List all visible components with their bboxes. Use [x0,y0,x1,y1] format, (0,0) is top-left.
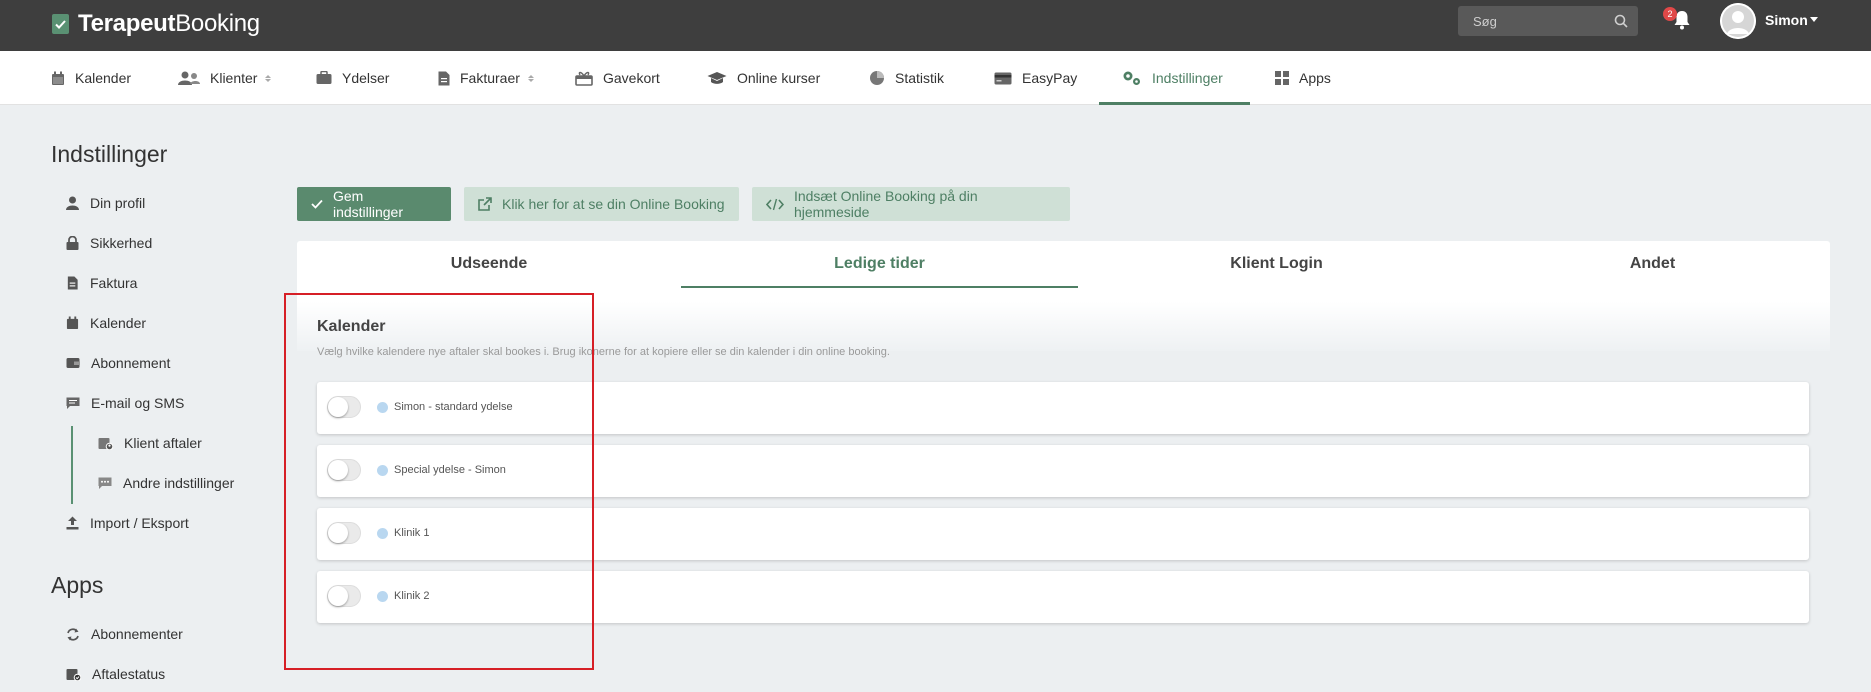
calendar-icon [66,316,79,330]
sidebar-item-abonnementer[interactable]: Abonnementer [66,626,183,642]
calendar-icon [52,71,64,85]
calendar-color-dot [377,402,388,413]
calendar-section-title: Kalender [317,318,386,335]
nav-item-apps[interactable]: Apps [1275,51,1331,105]
sidebar-item-import-eksport[interactable]: Import / Eksport [66,515,189,531]
repeat-icon [67,627,79,641]
users-icon [178,71,200,85]
main-nav: Kalender Klienter Ydelser Fakturaer Gave… [0,51,1871,105]
sidebar-item-sikkerhed[interactable]: Sikkerhed [66,235,152,251]
sort-caret-icon [527,74,534,82]
calendar-user-icon [98,438,113,450]
calendar-card: Simon - standard ydelse [317,382,1809,434]
calendar-color-dot [377,465,388,476]
calendar-name: Special ydelse - Simon [394,464,506,476]
sidebar-item-klient-aftaler[interactable]: Klient aftaler [98,435,202,451]
sidebar-item-email-og-sms[interactable]: E-mail og SMS [66,395,184,411]
settings-heading: Indstillinger [51,141,168,167]
logo-check-icon [52,14,69,34]
calendar-toggle[interactable] [327,522,361,544]
nav-item-online-kurser[interactable]: Online kurser [707,51,820,105]
nav-item-indstillinger[interactable]: Indstillinger [1122,51,1223,105]
tab-ledige-tider[interactable]: Ledige tider [681,241,1078,287]
external-link-icon [478,197,492,211]
document-icon [67,276,78,290]
calendar-card: Special ydelse - Simon [317,445,1809,497]
active-nav-indicator [1099,102,1250,105]
calendar-toggle[interactable] [327,396,361,418]
credit-card-icon [994,72,1012,84]
nav-item-klienter[interactable]: Klienter [178,51,272,105]
calendar-name: Klinik 2 [394,590,430,602]
sidebar-item-aftalestatus[interactable]: Aftalestatus [66,666,165,682]
calendar-card: Klinik 1 [317,508,1809,560]
calendar-card: Klinik 2 [317,571,1809,623]
search-placeholder: Søg [1473,14,1497,29]
nav-item-statistik[interactable]: Statistik [869,51,944,105]
pie-chart-icon [870,71,884,85]
calendar-name: Simon - standard ydelse [394,401,513,413]
sidebar-item-andre-indstillinger[interactable]: Andre indstillinger [98,475,234,491]
save-settings-button[interactable]: Gem indstillinger [297,187,451,221]
calendar-toggle[interactable] [327,585,361,607]
apps-heading: Apps [51,572,104,598]
sidebar-item-kalender[interactable]: Kalender [66,315,146,331]
gift-icon [575,71,593,86]
nav-item-gavekort[interactable]: Gavekort [575,51,660,105]
wallet-icon [66,358,80,368]
top-bar: TerapeutBooking Søg 2 Simon [0,0,1871,51]
nav-item-fakturaer[interactable]: Fakturaer [438,51,534,105]
avatar[interactable] [1720,3,1756,39]
calendar-color-dot [377,591,388,602]
user-icon [66,196,79,210]
calendar-name: Klinik 1 [394,527,430,539]
invoice-icon [438,71,450,85]
app-logo[interactable]: TerapeutBooking [52,10,260,38]
nav-item-easypay[interactable]: EasyPay [994,51,1077,105]
code-icon [766,198,784,210]
tab-klient-login[interactable]: Klient Login [1078,241,1475,287]
search-input[interactable]: Søg [1458,6,1638,36]
gears-icon [1123,71,1140,85]
chevron-down-icon[interactable] [1810,17,1818,22]
sidebar-item-faktura[interactable]: Faktura [66,275,137,291]
graduation-cap-icon [707,72,727,84]
calendar-toggle[interactable] [327,459,361,481]
calendar-section-description: Vælg hvilke kalendere nye aftaler skal b… [317,346,890,358]
sidebar-item-abonnement[interactable]: Abonnement [66,355,170,371]
view-online-booking-button[interactable]: Klik her for at se din Online Booking [464,187,739,221]
lock-icon [66,236,79,250]
sort-caret-icon [265,74,272,82]
calendar-color-dot [377,528,388,539]
apps-grid-icon [1275,71,1289,85]
tab-udseende[interactable]: Udseende [297,241,681,287]
sidebar-item-din-profil[interactable]: Din profil [66,195,145,211]
search-icon[interactable] [1614,14,1628,28]
nav-item-kalender[interactable]: Kalender [51,51,131,105]
chat-dots-icon [98,477,112,489]
embed-online-booking-button[interactable]: Indsæt Online Booking på din hjemmeside [752,187,1070,221]
upload-icon [66,516,79,530]
briefcase-icon [316,71,332,84]
calendar-check-icon [66,669,81,681]
active-tab-indicator [681,286,1078,288]
user-name[interactable]: Simon [1765,12,1808,28]
submenu-indicator-line [71,426,73,504]
notification-badge: 2 [1663,7,1677,21]
nav-item-ydelser[interactable]: Ydelser [316,51,389,105]
check-icon [311,199,323,209]
message-icon [66,397,80,409]
logo-text: TerapeutBooking [78,10,260,37]
tab-andet[interactable]: Andet [1475,241,1830,287]
